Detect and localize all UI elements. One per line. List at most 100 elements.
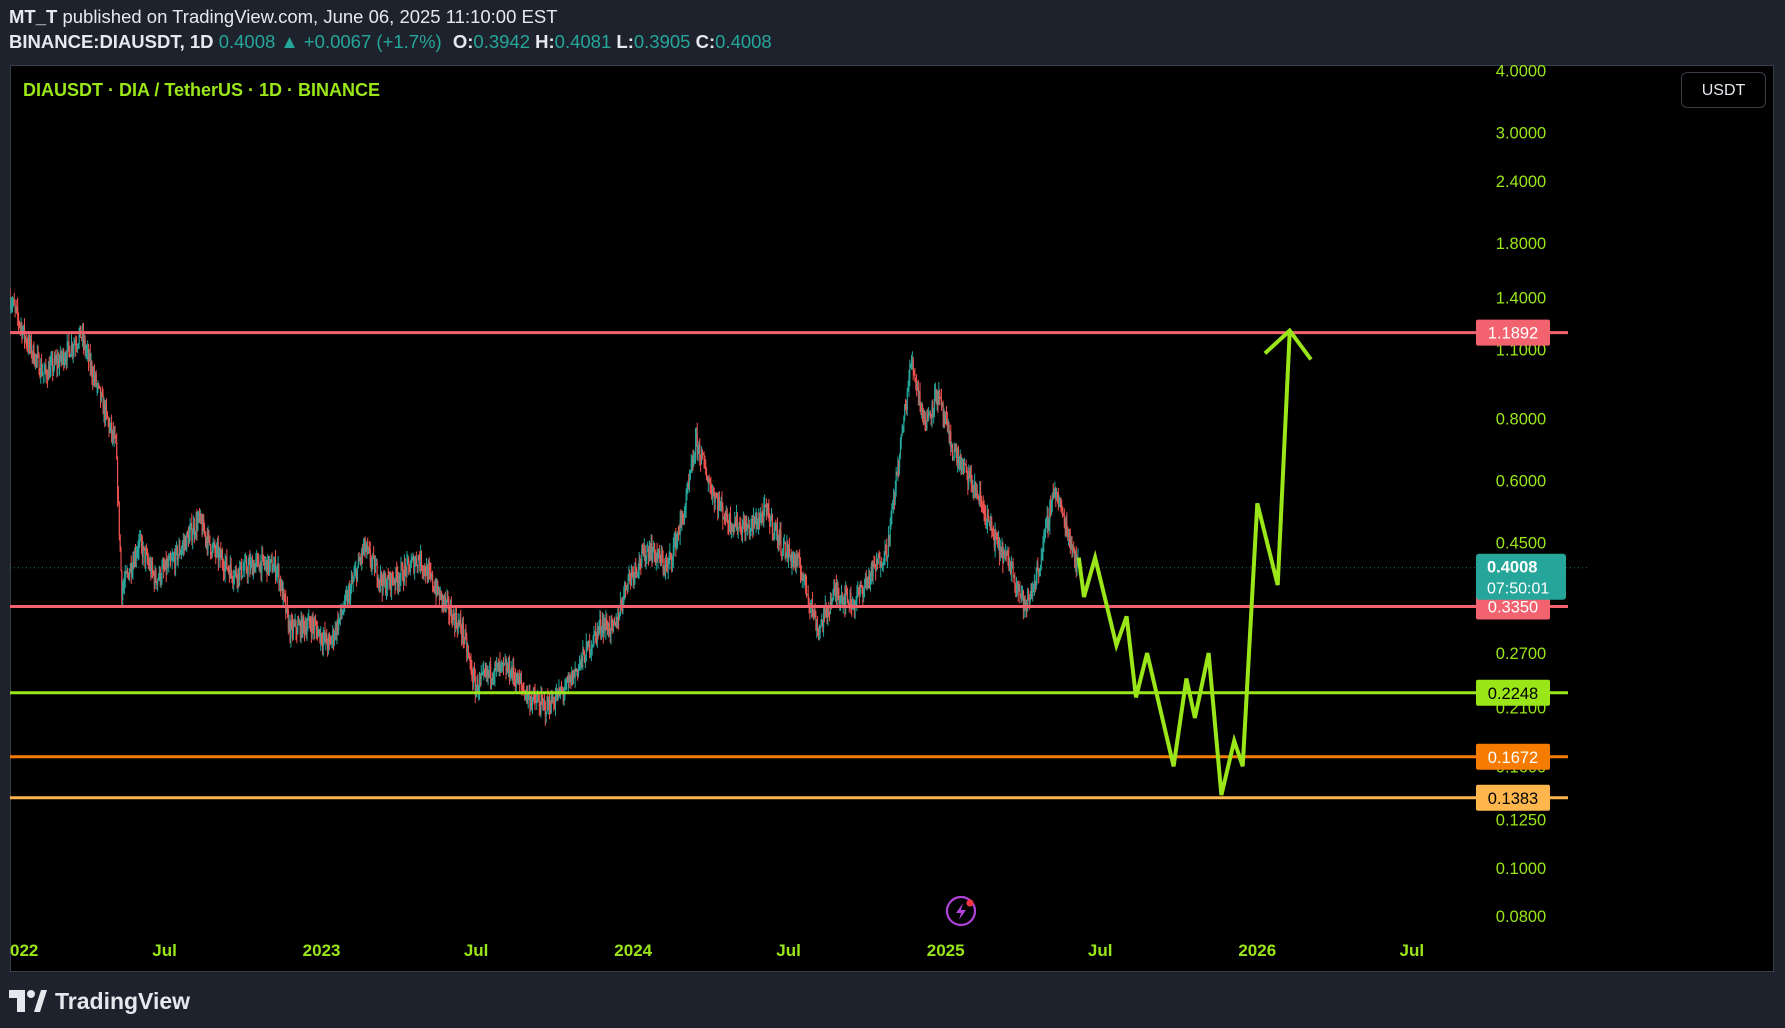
candle-body [257, 557, 260, 566]
candle-body [408, 559, 410, 565]
candle-body [987, 513, 989, 522]
level-badge-label: 0.3350 [1488, 599, 1538, 617]
publish-info: MT_T published on TradingView.com, June … [9, 6, 558, 28]
candle-body [409, 567, 411, 572]
candle-body [806, 583, 808, 595]
candles-layer [10, 287, 1080, 726]
lightning-alert-icon[interactable] [945, 895, 977, 927]
low-label: L: [616, 31, 634, 52]
candle-body [209, 535, 211, 545]
candle-body [782, 543, 785, 551]
level-badge-label: 0.2248 [1488, 685, 1538, 703]
price-chart[interactable]: 4.00003.00002.40001.80001.40001.10000.80… [10, 65, 1774, 972]
candle-body [846, 593, 849, 600]
candle-body [98, 383, 100, 386]
symbol-interval: BINANCE:DIAUSDT, 1D [9, 31, 214, 52]
candle-body [73, 344, 75, 349]
y-tick-label: 0.4500 [1496, 535, 1546, 553]
level-badge: 0.1672 [1476, 743, 1550, 770]
price-badges: 1.1892 0.3350 0.2248 0.1672 0.1383 0.4008 07:5… [1476, 319, 1566, 811]
x-tick-label: 2023 [303, 941, 341, 960]
low-value: 0.3905 [633, 31, 691, 52]
candle-body [771, 514, 773, 534]
last-value: 0.4008 [218, 31, 276, 52]
level-badge-label: 0.1383 [1488, 790, 1538, 808]
candle-body [192, 534, 194, 541]
change-arrow-icon: ▲ [280, 31, 299, 52]
ohlc-legend: BINANCE:DIAUSDT, 1D 0.4008 ▲ +0.0067 (+1… [9, 31, 772, 53]
candle-body [432, 574, 434, 587]
x-tick-label: 2026 [1238, 941, 1276, 960]
candle-body [226, 556, 228, 569]
level-badge-label: 0.1672 [1488, 749, 1538, 767]
tradingview-logo[interactable]: TradingView [9, 985, 190, 1017]
level-badge: 1.1892 [1476, 319, 1550, 346]
published-text: published on TradingView.com, June 06, 2… [62, 6, 558, 27]
candle-body [939, 391, 941, 397]
high-label: H: [535, 31, 555, 52]
currency-button[interactable]: USDT [1681, 72, 1766, 108]
candle-body [780, 532, 782, 552]
candle-body [652, 551, 654, 560]
candle-body [117, 496, 120, 502]
candle-body [965, 464, 967, 467]
candle-body [247, 564, 249, 575]
last-price-label: 0.4008 [1487, 559, 1537, 577]
candle-body [912, 359, 914, 371]
high-value: 0.4081 [554, 31, 612, 52]
candle-body [545, 713, 547, 716]
candle-body [356, 566, 359, 581]
x-tick-label: 022 [10, 941, 38, 960]
y-tick-label: 0.2700 [1496, 645, 1546, 663]
candle-body [155, 572, 157, 582]
x-tick-label: 2024 [614, 941, 652, 960]
y-tick-label: 4.0000 [1496, 65, 1546, 80]
projection-path[interactable] [1076, 327, 1313, 796]
candle-body [490, 663, 492, 681]
time-axis[interactable]: 022 Jul 2023 Jul 2024 Jul 2025 Jul 2026 Jul [10, 941, 1424, 960]
candle-body [462, 622, 464, 640]
y-tick-label: 2.4000 [1496, 173, 1546, 191]
y-tick-label: 3.0000 [1496, 125, 1546, 143]
x-tick-label: Jul [152, 941, 177, 960]
y-tick-label: 0.8000 [1496, 410, 1546, 428]
close-label: C: [695, 31, 716, 52]
candle-body [120, 548, 122, 571]
y-tick-label: 0.6000 [1496, 473, 1546, 491]
projection-line[interactable] [1076, 332, 1292, 796]
candle-body [440, 591, 442, 594]
candle-body [1061, 504, 1063, 507]
change-value: +0.0067 (+1.7%) [303, 31, 442, 52]
bar-countdown-label: 07:50:01 [1487, 581, 1549, 598]
x-tick-label: Jul [464, 941, 489, 960]
chart-symbol-title[interactable]: DIAUSDT · DIA / TetherUS · 1D · BINANCE [23, 80, 380, 101]
brand-name: TradingView [55, 987, 191, 1014]
y-tick-label: 1.4000 [1496, 289, 1546, 307]
open-value: 0.3942 [473, 31, 530, 52]
close-value: 0.4008 [715, 31, 772, 52]
y-tick-label: 0.0800 [1496, 908, 1546, 926]
y-tick-label: 1.8000 [1496, 235, 1546, 253]
candle-body [129, 572, 131, 580]
candle-body [906, 391, 908, 410]
x-tick-label: Jul [1088, 941, 1113, 960]
last-price-badge: 0.4008 07:50:01 [1476, 553, 1566, 600]
author-name[interactable]: MT_T [9, 6, 57, 27]
y-tick-label: 0.1000 [1496, 860, 1546, 878]
level-badge: 0.1383 [1476, 784, 1550, 811]
level-badge: 0.2248 [1476, 679, 1550, 706]
candle-body [240, 562, 242, 578]
level-badge-label: 1.1892 [1488, 325, 1538, 343]
candle-body [124, 572, 126, 582]
candle-body [307, 620, 309, 628]
candle-body [1012, 561, 1014, 578]
x-tick-label: Jul [776, 941, 801, 960]
candle-body [208, 532, 210, 536]
candle-body [928, 415, 930, 420]
x-tick-label: Jul [1399, 941, 1424, 960]
candle-body [99, 385, 101, 388]
candle-body [374, 565, 376, 573]
x-tick-label: 2025 [927, 941, 965, 960]
candle-body [770, 520, 772, 527]
candle-body [168, 560, 170, 567]
